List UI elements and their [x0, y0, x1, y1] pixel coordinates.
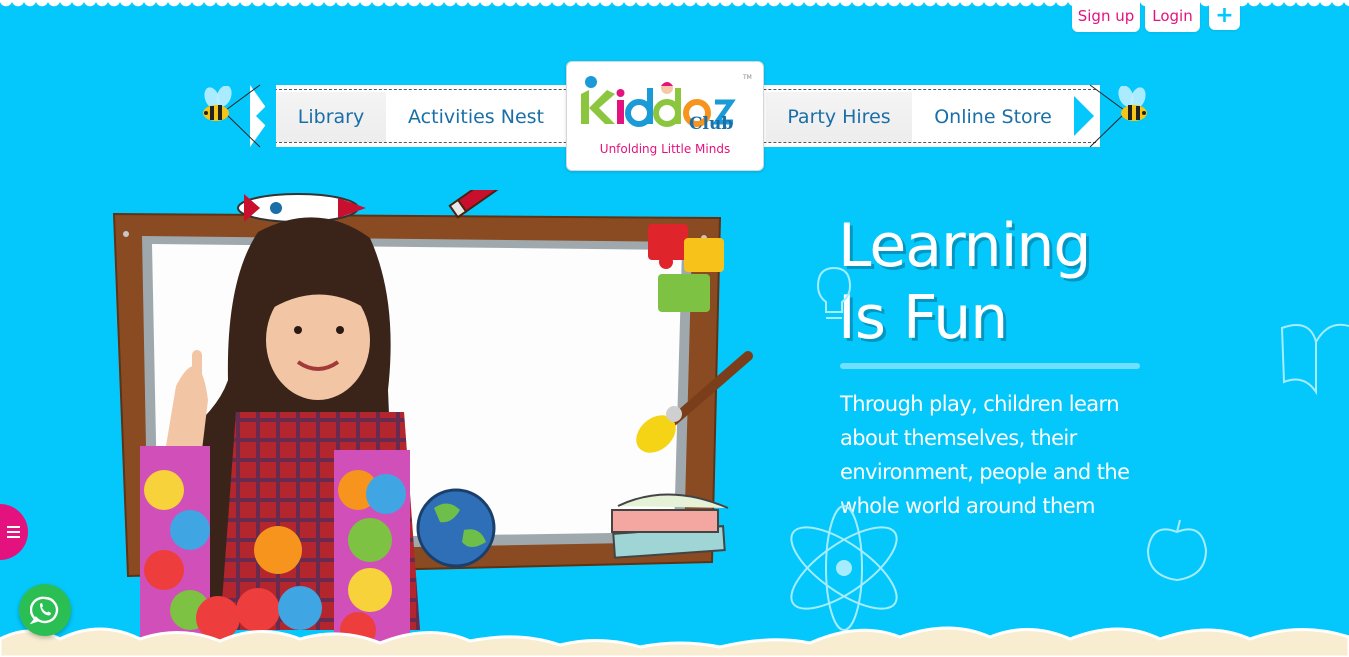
nav-activities-nest[interactable]: Activities Nest: [388, 92, 564, 142]
bee-right-icon: [1118, 86, 1147, 121]
headline-line-1: Learning: [838, 211, 1091, 281]
headline-line-2: Is Fun: [838, 283, 1008, 353]
site-logo[interactable]: Club Unfolding Little Minds TM: [566, 61, 764, 171]
hero-illustration: [112, 190, 753, 648]
menu-toggle-button[interactable]: [0, 504, 28, 560]
headline-underline: [840, 363, 1140, 369]
nav-online-store[interactable]: Online Store: [914, 92, 1072, 142]
lightbulb-doodle-icon: [816, 266, 852, 319]
expand-plus-button[interactable]: +: [1209, 0, 1240, 30]
whatsapp-button[interactable]: [19, 584, 71, 636]
atom-doodle-icon: [790, 505, 898, 631]
login-button[interactable]: Login: [1145, 0, 1200, 32]
nav-party-hires[interactable]: Party Hires: [766, 92, 912, 142]
whatsapp-icon: [30, 596, 59, 625]
logo-club-text: Club: [689, 114, 734, 134]
logo-tagline: Unfolding Little Minds: [599, 142, 731, 156]
bottom-cloud-border: [0, 626, 1349, 657]
hero-headline: Learning Is Fun: [838, 210, 1091, 354]
book-doodle-icon: [1280, 323, 1349, 396]
books-icon: [611, 493, 729, 559]
logo-trademark: TM: [743, 74, 752, 81]
bee-left-icon: [203, 86, 232, 121]
globe-icon: [416, 488, 496, 568]
apple-doodle-icon: [1146, 519, 1208, 582]
hamburger-icon: [7, 523, 20, 541]
pencil-icon: [448, 190, 550, 219]
nav-library[interactable]: Library: [276, 92, 386, 142]
signup-button[interactable]: Sign up: [1072, 0, 1140, 32]
